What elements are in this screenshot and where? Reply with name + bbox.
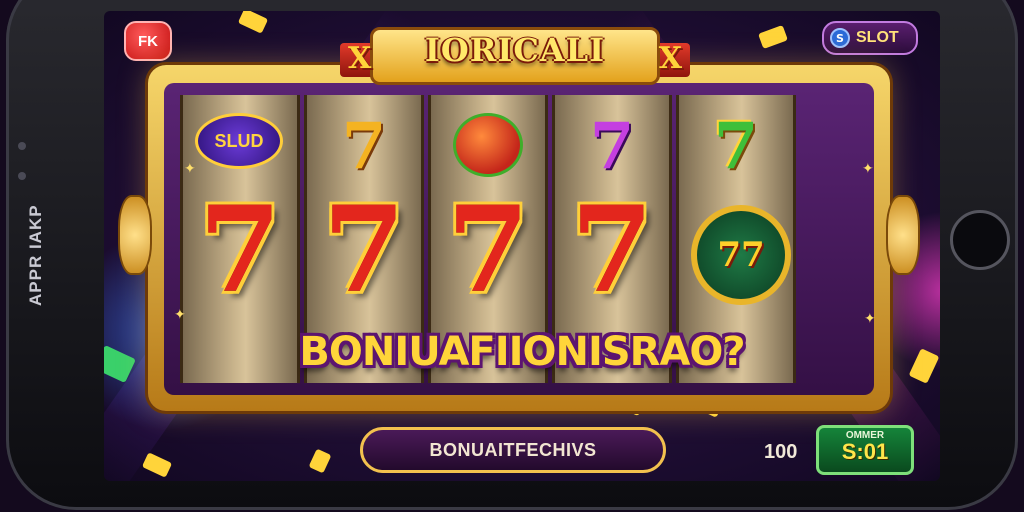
phone-side-button xyxy=(18,172,26,180)
confetti-icon xyxy=(141,452,173,478)
sparkle-icon: ✦ xyxy=(174,307,186,323)
bet-value: 100 xyxy=(764,441,798,463)
sparkle-icon: ✦ xyxy=(184,161,196,177)
scroll-ornament-icon xyxy=(886,195,920,275)
confetti-icon xyxy=(308,448,332,474)
coin-icon: S xyxy=(830,28,850,48)
confetti-icon xyxy=(237,11,269,34)
device-side-label: APPR IAKP xyxy=(26,204,45,306)
seven-symbol: 7 xyxy=(322,180,406,319)
banner-x-left: X xyxy=(348,41,372,76)
phone-side-button xyxy=(18,142,26,150)
seven-symbol: 7 xyxy=(589,109,635,184)
scroll-ornament-icon xyxy=(118,195,152,275)
sparkle-icon: ✦ xyxy=(864,311,876,327)
seven-symbol: 7 xyxy=(198,180,282,319)
home-button[interactable] xyxy=(950,210,1010,270)
fire-orb-symbol-icon xyxy=(453,113,523,177)
sparkle-icon: ✦ xyxy=(862,161,874,177)
seven-symbol: 7 xyxy=(570,180,654,319)
bonus-headline: BONIUAFIIONISRAO? xyxy=(299,329,745,375)
game-screen: FK S SLOT SLUD 7 7 7 7 7 7 7 77 X X IORI… xyxy=(104,11,940,481)
close-badge-button[interactable]: FK xyxy=(124,21,172,61)
seven-symbol: 7 xyxy=(341,109,387,184)
slot-badge-label: SLOT xyxy=(856,29,899,46)
confetti-icon xyxy=(758,25,788,49)
bonus-action-button[interactable]: BONUAITFECHIVS xyxy=(360,427,666,473)
slot-symbol-badge: SLUD xyxy=(195,113,283,169)
win-display: OMMER S:01 xyxy=(816,425,914,475)
reel-symbol-text: SLUD xyxy=(214,130,264,151)
coin-seven-symbol: 77 xyxy=(691,205,791,305)
banner-x-right: X xyxy=(658,41,682,76)
seven-symbol: 7 xyxy=(446,180,530,319)
seven-symbol: 7 xyxy=(713,109,759,184)
slot-badge-button[interactable]: S SLOT xyxy=(822,21,918,55)
game-title: IORICALI xyxy=(424,31,606,69)
win-value: S:01 xyxy=(841,439,889,464)
title-banner: X X IORICALI xyxy=(340,25,690,85)
